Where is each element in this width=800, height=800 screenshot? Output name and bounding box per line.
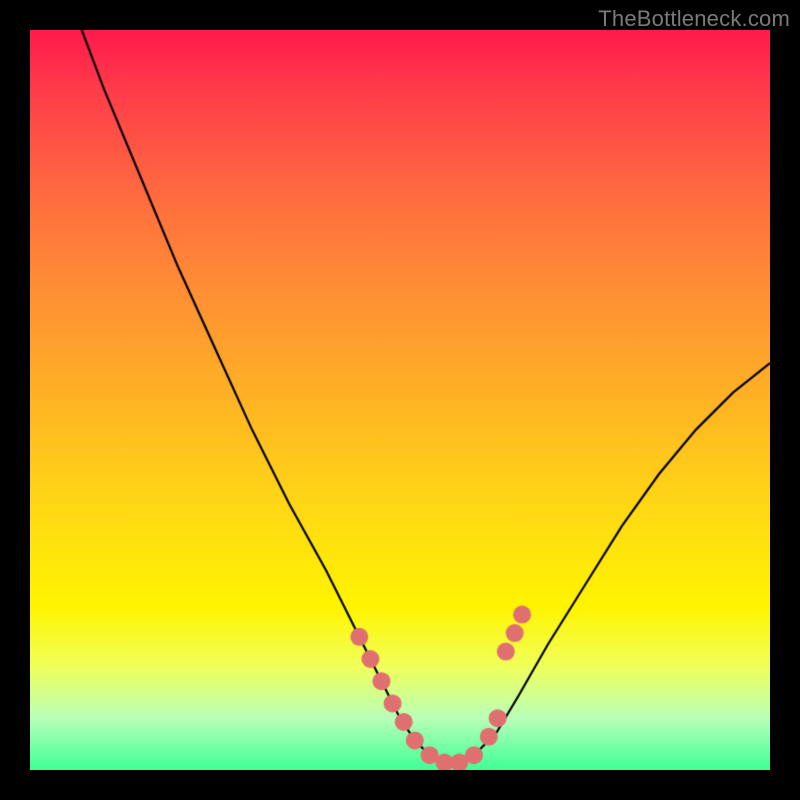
plot-area (30, 30, 770, 770)
watermark-text: TheBottleneck.com (598, 6, 790, 32)
curve-canvas (30, 30, 770, 770)
chart-frame: TheBottleneck.com (0, 0, 800, 800)
